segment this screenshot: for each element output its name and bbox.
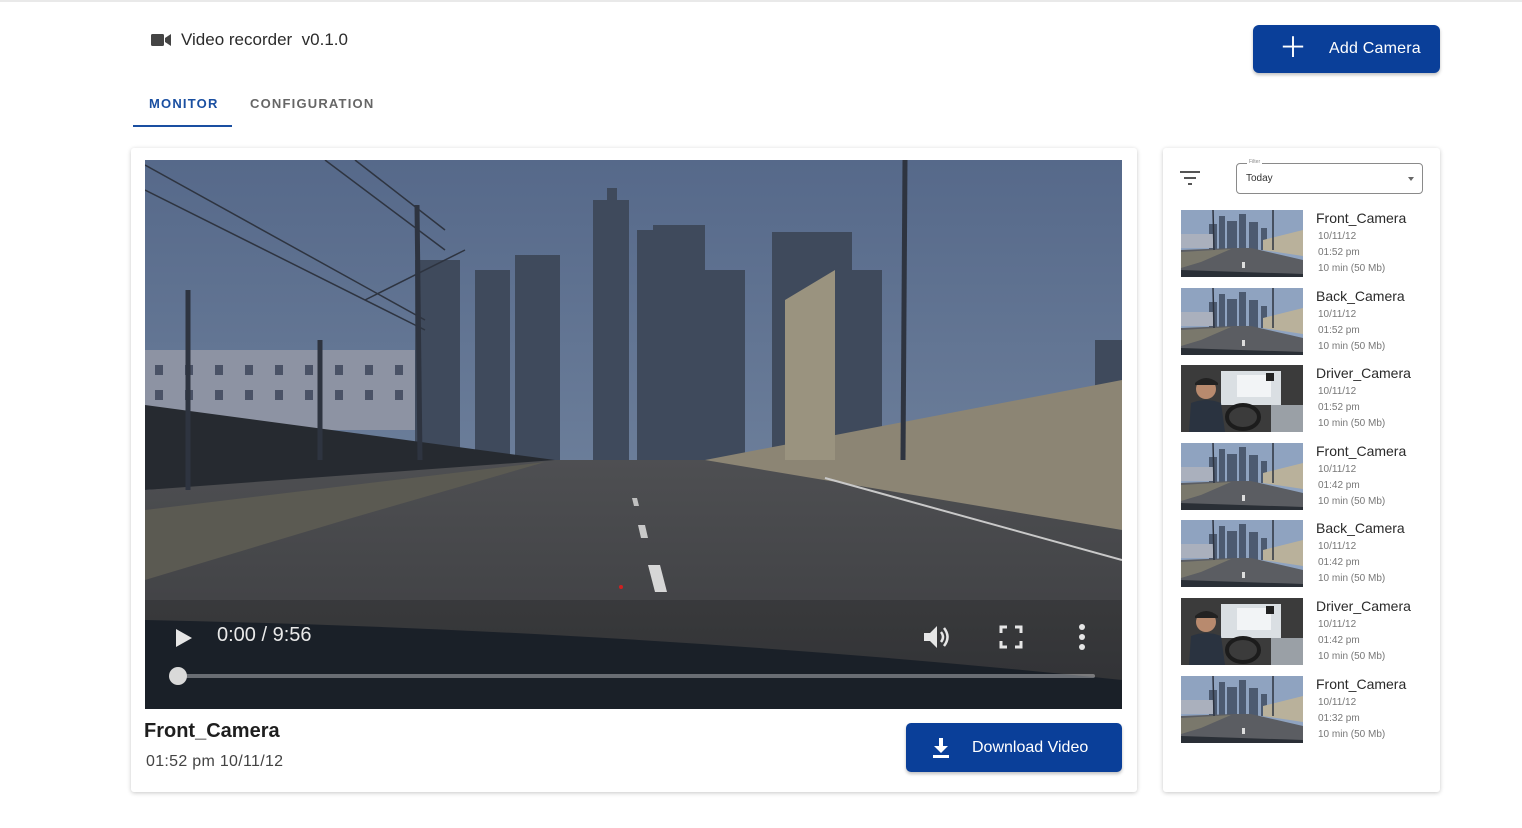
add-camera-button[interactable]: ＋ Add Camera xyxy=(1253,25,1440,73)
recording-time: 01:32 pm xyxy=(1318,712,1360,724)
recording-thumbnail xyxy=(1181,365,1303,433)
recording-item[interactable]: Back_Camera 10/11/12 01:52 pm 10 min (50… xyxy=(1181,287,1431,366)
recording-duration: 10 min (50 Mb) xyxy=(1318,573,1386,585)
volume-icon[interactable] xyxy=(923,624,953,650)
recording-time: 01:52 pm xyxy=(1318,247,1360,258)
add-camera-label: Add Camera xyxy=(1329,40,1421,57)
recording-name: Front_Camera xyxy=(1316,442,1407,459)
recording-time: 01:52 pm xyxy=(1318,402,1360,414)
recording-item[interactable]: Front_Camera 10/11/12 01:42 pm 10 min (5… xyxy=(1181,442,1431,521)
fullscreen-icon[interactable] xyxy=(999,625,1023,649)
recording-duration: 10 min (50 Mb) xyxy=(1318,340,1386,352)
recording-name: Driver_Camera xyxy=(1316,597,1411,614)
tab-bar: MONITOR CONFIGURATION xyxy=(133,86,387,127)
recording-date: 10/11/12 xyxy=(1318,541,1357,553)
recording-duration: 10 min (50 Mb) xyxy=(1318,650,1386,662)
current-camera-name: Front_Camera xyxy=(144,720,280,742)
videocam-icon xyxy=(151,34,171,46)
recordings-list: Front_Camera 10/11/12 01:52 pm 10 min (5… xyxy=(1181,210,1431,753)
filter-value: Today xyxy=(1246,173,1273,184)
recording-thumbnail xyxy=(1181,675,1303,743)
recording-date: 10/11/12 xyxy=(1318,696,1357,708)
recording-thumbnail xyxy=(1181,210,1303,277)
recording-item[interactable]: Driver_Camera 10/11/12 01:52 pm 10 min (… xyxy=(1181,365,1431,443)
filter-label: Filter xyxy=(1247,159,1263,165)
current-timestamp: 01:52 pm 10/11/12 xyxy=(146,753,284,770)
recording-date: 10/11/12 xyxy=(1318,386,1357,398)
recording-time: 01:42 pm xyxy=(1318,557,1360,569)
filter-icon[interactable] xyxy=(1180,170,1200,186)
recording-date: 10/11/12 xyxy=(1318,618,1357,630)
more-options-icon[interactable] xyxy=(1078,624,1086,650)
recording-thumbnail xyxy=(1181,597,1303,665)
seek-thumb[interactable] xyxy=(169,667,187,685)
recording-duration: 10 min (50 Mb) xyxy=(1318,495,1386,507)
player-card: 0:00 / 9:56 Front_Camera 01:52 pm 10/11/… xyxy=(131,148,1137,792)
recording-time: 01:52 pm xyxy=(1318,324,1360,336)
plus-icon: ＋ xyxy=(1279,31,1308,63)
recording-duration: 10 min (50 Mb) xyxy=(1318,263,1386,274)
recording-name: Front_Camera xyxy=(1316,675,1407,692)
app-title: Video recorder v0.1.0 xyxy=(181,30,348,49)
recording-name: Back_Camera xyxy=(1316,520,1405,537)
seek-bar[interactable] xyxy=(173,674,1095,678)
recording-thumbnail xyxy=(1181,442,1303,510)
recording-item[interactable]: Back_Camera 10/11/12 01:42 pm 10 min (50… xyxy=(1181,520,1431,598)
recording-item[interactable]: Front_Camera 10/11/12 01:52 pm 10 min (5… xyxy=(1181,210,1431,288)
recording-duration: 10 min (50 Mb) xyxy=(1318,728,1386,740)
recording-name: Driver_Camera xyxy=(1316,365,1411,382)
play-icon[interactable] xyxy=(175,628,193,648)
recording-duration: 10 min (50 Mb) xyxy=(1318,418,1386,430)
download-icon xyxy=(933,737,949,758)
recording-thumbnail xyxy=(1181,287,1303,355)
recordings-panel: Filter Today Front_Camera 10/11/12 01:52… xyxy=(1163,148,1440,792)
recording-time: 01:42 pm xyxy=(1318,634,1360,646)
recording-date: 10/11/12 xyxy=(1318,463,1357,475)
app-header: Video recorder v0.1.0 xyxy=(151,28,348,52)
video-player[interactable]: 0:00 / 9:56 xyxy=(145,160,1122,709)
time-display: 0:00 / 9:56 xyxy=(217,624,312,646)
recording-item[interactable]: Front_Camera 10/11/12 01:32 pm 10 min (5… xyxy=(1181,675,1431,754)
chevron-down-icon xyxy=(1408,177,1414,181)
filter-select[interactable]: Filter Today xyxy=(1236,159,1423,194)
tab-monitor[interactable]: MONITOR xyxy=(133,86,232,127)
recording-time: 01:42 pm xyxy=(1318,479,1360,491)
recording-date: 10/11/12 xyxy=(1318,308,1357,320)
recording-name: Front_Camera xyxy=(1316,210,1407,226)
recording-date: 10/11/12 xyxy=(1318,231,1357,242)
download-video-label: Download Video xyxy=(972,738,1089,756)
top-divider xyxy=(0,0,1522,2)
recording-name: Back_Camera xyxy=(1316,287,1405,304)
recording-thumbnail xyxy=(1181,520,1303,588)
tab-configuration[interactable]: CONFIGURATION xyxy=(232,86,387,127)
recording-item[interactable]: Driver_Camera 10/11/12 01:42 pm 10 min (… xyxy=(1181,597,1431,676)
download-video-button[interactable]: Download Video xyxy=(906,723,1122,772)
